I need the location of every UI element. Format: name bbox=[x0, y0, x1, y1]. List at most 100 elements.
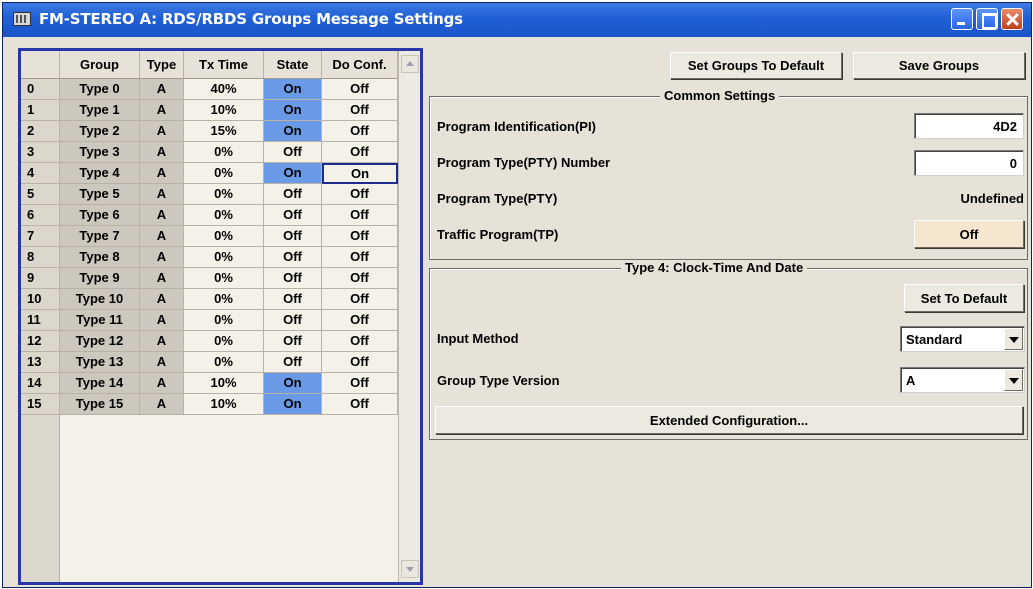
save-groups-button[interactable]: Save Groups bbox=[853, 52, 1025, 79]
group-cell[interactable]: Type 8 bbox=[60, 247, 140, 268]
do-conf-cell[interactable]: Off bbox=[322, 331, 398, 352]
minimize-icon[interactable] bbox=[951, 8, 973, 30]
state-cell[interactable]: Off bbox=[264, 352, 322, 373]
state-cell[interactable]: On bbox=[264, 163, 322, 184]
tx-time-cell[interactable]: 0% bbox=[184, 352, 264, 373]
group-cell[interactable]: Type 7 bbox=[60, 226, 140, 247]
tx-time-cell[interactable]: 40% bbox=[184, 79, 264, 100]
state-cell[interactable]: On bbox=[264, 394, 322, 415]
group-type-version-select[interactable]: A bbox=[900, 367, 1025, 393]
type-cell[interactable]: A bbox=[140, 247, 184, 268]
state-cell[interactable]: Off bbox=[264, 205, 322, 226]
type-cell[interactable]: A bbox=[140, 352, 184, 373]
input-method-select[interactable]: Standard bbox=[900, 326, 1025, 352]
tx-time-cell[interactable]: 0% bbox=[184, 310, 264, 331]
do-conf-cell[interactable]: Off bbox=[322, 205, 398, 226]
group-cell[interactable]: Type 3 bbox=[60, 142, 140, 163]
do-conf-cell[interactable]: Off bbox=[322, 268, 398, 289]
tx-time-cell[interactable]: 0% bbox=[184, 247, 264, 268]
type-cell[interactable]: A bbox=[140, 268, 184, 289]
state-cell[interactable]: On bbox=[264, 79, 322, 100]
group-cell[interactable]: Type 11 bbox=[60, 310, 140, 331]
type-cell[interactable]: A bbox=[140, 205, 184, 226]
do-conf-cell[interactable]: Off bbox=[322, 289, 398, 310]
type-cell[interactable]: A bbox=[140, 163, 184, 184]
group-cell[interactable]: Type 14 bbox=[60, 373, 140, 394]
do-conf-cell[interactable]: Off bbox=[322, 373, 398, 394]
tx-time-cell[interactable]: 0% bbox=[184, 205, 264, 226]
type-cell[interactable]: A bbox=[140, 394, 184, 415]
type-cell[interactable]: A bbox=[140, 331, 184, 352]
do-conf-cell[interactable]: Off bbox=[322, 310, 398, 331]
group-cell[interactable]: Type 12 bbox=[60, 331, 140, 352]
tx-time-cell[interactable]: 10% bbox=[184, 373, 264, 394]
table-row[interactable]: 6 Type 6 A 0% Off Off bbox=[21, 205, 398, 226]
table-row[interactable]: 10 Type 10 A 0% Off Off bbox=[21, 289, 398, 310]
type-cell[interactable]: A bbox=[140, 100, 184, 121]
group-cell[interactable]: Type 0 bbox=[60, 79, 140, 100]
state-cell[interactable]: On bbox=[264, 100, 322, 121]
set-groups-to-default-button[interactable]: Set Groups To Default bbox=[670, 52, 842, 79]
tx-time-cell[interactable]: 15% bbox=[184, 121, 264, 142]
do-conf-cell[interactable]: Off bbox=[322, 226, 398, 247]
do-conf-cell[interactable]: Off bbox=[322, 184, 398, 205]
state-cell[interactable]: Off bbox=[264, 184, 322, 205]
table-row[interactable]: 14 Type 14 A 10% On Off bbox=[21, 373, 398, 394]
tx-time-cell[interactable]: 0% bbox=[184, 184, 264, 205]
maximize-icon[interactable] bbox=[976, 8, 998, 30]
tx-time-cell[interactable]: 0% bbox=[184, 142, 264, 163]
do-conf-cell[interactable]: Off bbox=[322, 247, 398, 268]
table-row[interactable]: 3 Type 3 A 0% Off Off bbox=[21, 142, 398, 163]
state-cell[interactable]: Off bbox=[264, 142, 322, 163]
type-cell[interactable]: A bbox=[140, 373, 184, 394]
tx-time-cell[interactable]: 0% bbox=[184, 331, 264, 352]
do-conf-cell[interactable]: Off bbox=[322, 352, 398, 373]
pi-input[interactable]: 4D2 bbox=[914, 113, 1024, 139]
type-cell[interactable]: A bbox=[140, 226, 184, 247]
table-row[interactable]: 9 Type 9 A 0% Off Off bbox=[21, 268, 398, 289]
chevron-down-icon[interactable] bbox=[1004, 328, 1023, 350]
table-scrollbar[interactable] bbox=[398, 51, 420, 582]
type-cell[interactable]: A bbox=[140, 310, 184, 331]
state-cell[interactable]: Off bbox=[264, 331, 322, 352]
state-cell[interactable]: Off bbox=[264, 289, 322, 310]
title-bar[interactable]: FM-STEREO A: RDS/RBDS Groups Message Set… bbox=[3, 3, 1031, 37]
table-row[interactable]: 7 Type 7 A 0% Off Off bbox=[21, 226, 398, 247]
table-row[interactable]: 15 Type 15 A 10% On Off bbox=[21, 394, 398, 415]
do-conf-cell[interactable]: Off bbox=[322, 394, 398, 415]
table-row[interactable]: 5 Type 5 A 0% Off Off bbox=[21, 184, 398, 205]
tx-time-cell[interactable]: 0% bbox=[184, 268, 264, 289]
table-row[interactable]: 12 Type 12 A 0% Off Off bbox=[21, 331, 398, 352]
type-cell[interactable]: A bbox=[140, 79, 184, 100]
do-conf-cell[interactable]: Off bbox=[322, 121, 398, 142]
group-cell[interactable]: Type 10 bbox=[60, 289, 140, 310]
type-cell[interactable]: A bbox=[140, 184, 184, 205]
do-conf-cell[interactable]: Off bbox=[322, 142, 398, 163]
state-cell[interactable]: Off bbox=[264, 268, 322, 289]
type-cell[interactable]: A bbox=[140, 121, 184, 142]
group-cell[interactable]: Type 5 bbox=[60, 184, 140, 205]
state-cell[interactable]: On bbox=[264, 373, 322, 394]
state-cell[interactable]: Off bbox=[264, 310, 322, 331]
tx-time-cell[interactable]: 0% bbox=[184, 289, 264, 310]
group-cell[interactable]: Type 1 bbox=[60, 100, 140, 121]
chevron-down-icon[interactable] bbox=[1004, 369, 1023, 391]
group-cell[interactable]: Type 13 bbox=[60, 352, 140, 373]
state-cell[interactable]: On bbox=[264, 121, 322, 142]
group-cell[interactable]: Type 2 bbox=[60, 121, 140, 142]
table-row[interactable]: 4 Type 4 A 0% On On bbox=[21, 163, 398, 184]
group-cell[interactable]: Type 6 bbox=[60, 205, 140, 226]
table-row[interactable]: 0 Type 0 A 40% On Off bbox=[21, 79, 398, 100]
pty-number-input[interactable]: 0 bbox=[914, 150, 1024, 176]
traffic-program-toggle[interactable]: Off bbox=[914, 220, 1024, 248]
scroll-up-icon[interactable] bbox=[401, 55, 419, 73]
state-cell[interactable]: Off bbox=[264, 226, 322, 247]
group-cell[interactable]: Type 15 bbox=[60, 394, 140, 415]
type-cell[interactable]: A bbox=[140, 289, 184, 310]
group-cell[interactable]: Type 4 bbox=[60, 163, 140, 184]
scroll-down-icon[interactable] bbox=[401, 560, 419, 578]
group-cell[interactable]: Type 9 bbox=[60, 268, 140, 289]
tx-time-cell[interactable]: 0% bbox=[184, 163, 264, 184]
table-row[interactable]: 11 Type 11 A 0% Off Off bbox=[21, 310, 398, 331]
table-row[interactable]: 2 Type 2 A 15% On Off bbox=[21, 121, 398, 142]
